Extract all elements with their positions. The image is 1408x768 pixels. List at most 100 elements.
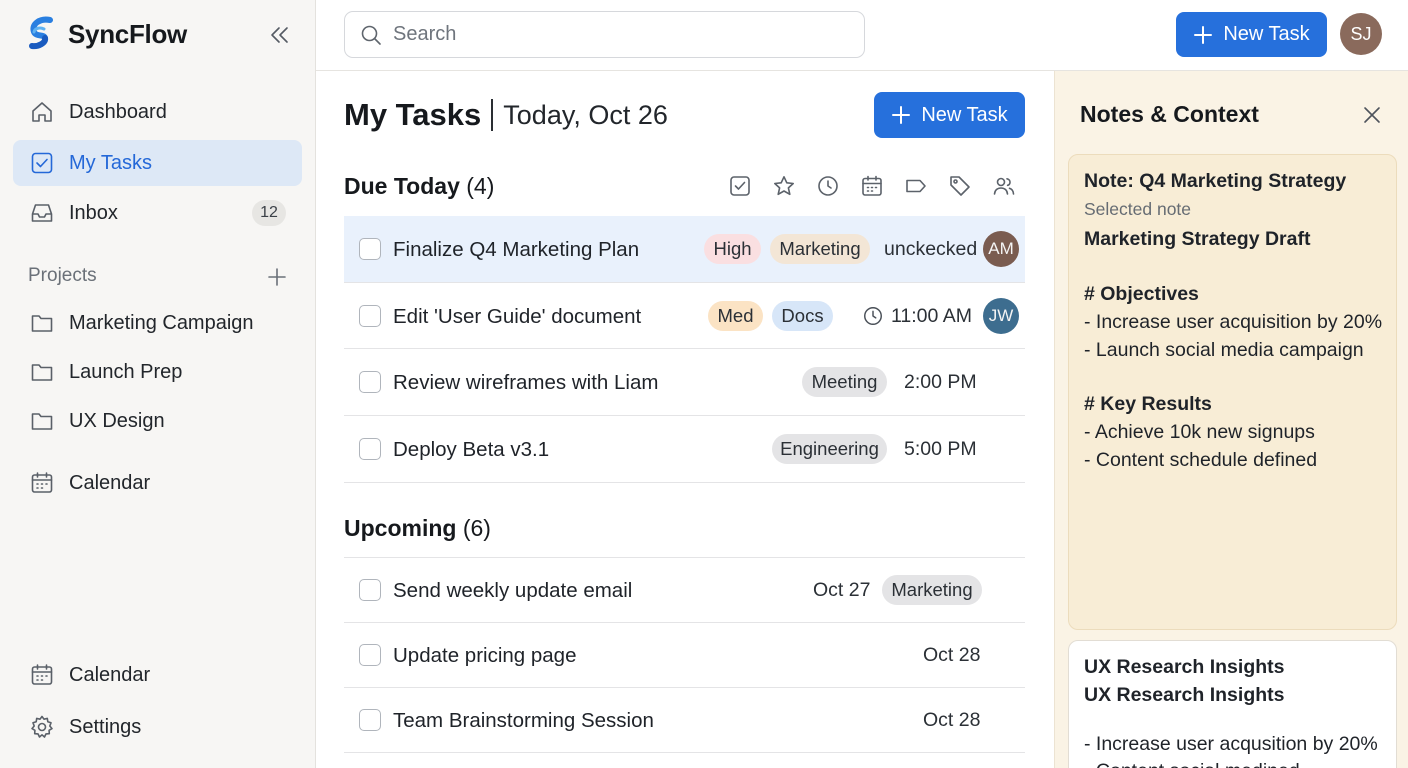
calendar-icon <box>862 175 882 196</box>
note-line: - Increase user acquisition by 20% <box>1084 311 1383 333</box>
top-bar: New Task SJ <box>316 0 1408 71</box>
sidebar-item-settings[interactable]: Settings <box>13 704 302 750</box>
assignee-filter-button[interactable] <box>992 174 1016 198</box>
sidebar-item-label: Calendar <box>69 663 151 686</box>
category-tag[interactable]: Engineering <box>772 434 887 464</box>
folder-icon <box>31 315 53 332</box>
task-row[interactable]: Send weekly update email Oct 27 Marketin… <box>344 558 1025 623</box>
task-checkbox[interactable] <box>359 644 381 666</box>
task-row[interactable]: Update pricing page Oct 28 <box>344 623 1025 688</box>
sidebar-item-my-tasks[interactable]: My Tasks <box>13 140 302 186</box>
tag-filter-button[interactable] <box>948 174 972 198</box>
sidebar-item-label: My Tasks <box>69 151 152 174</box>
label-icon <box>906 179 926 193</box>
home-icon <box>32 102 52 122</box>
app-name: SyncFlow <box>68 18 187 49</box>
search-icon <box>361 25 381 45</box>
category-tag[interactable]: Marketing <box>770 234 870 264</box>
upcoming-label: Upcoming <box>344 515 457 541</box>
task-row[interactable]: Deploy Beta v3.1 Engineering 5:00 PM <box>344 416 1025 483</box>
calendar-icon <box>31 472 53 493</box>
selected-note-card[interactable]: Note: Q4 Marketing Strategy Selected not… <box>1068 154 1397 630</box>
sidebar-item-dashboard[interactable]: Dashboard <box>13 89 302 135</box>
clock-icon <box>864 307 882 325</box>
task-checkbox[interactable] <box>359 438 381 460</box>
note-card[interactable]: UX Research Insights UX Research Insight… <box>1068 640 1397 768</box>
sidebar-item-label: Settings <box>69 715 142 738</box>
star-icon <box>774 176 794 196</box>
task-row[interactable]: Team Brainstorming Session Oct 28 <box>344 688 1025 753</box>
sort-time-button[interactable] <box>816 174 840 198</box>
note-line: - Achieve 10k new signups <box>1084 421 1315 443</box>
task-row[interactable]: Review wireframes with Liam Meeting 2:00… <box>344 349 1025 416</box>
projects-heading: Projects <box>28 265 97 286</box>
note-subtitle: Selected note <box>1084 199 1192 219</box>
calendar-view-button[interactable] <box>860 174 884 198</box>
sidebar-item-marketing-campaign[interactable]: Marketing Campaign <box>13 300 302 346</box>
new-task-button-top[interactable]: New Task <box>1176 12 1327 57</box>
task-checkbox[interactable] <box>359 305 381 327</box>
assignee-avatar[interactable]: JW <box>983 298 1019 334</box>
sidebar-item-launch-prep[interactable]: Launch Prep <box>13 349 302 395</box>
main-content: My Tasks Today, Oct 26 New Task Due Toda… <box>316 71 1054 768</box>
task-time: 11:00 AM <box>891 305 972 327</box>
collapse-sidebar-button[interactable] <box>266 22 292 48</box>
users-icon <box>993 177 1015 195</box>
sidebar-item-label: Launch Prep <box>69 360 183 383</box>
sidebar-item-calendar-bottom[interactable]: Calendar <box>13 652 302 698</box>
due-today-count: (4) <box>466 173 495 199</box>
task-checkbox[interactable] <box>359 238 381 260</box>
inbox-icon <box>31 204 53 222</box>
task-time: 2:00 PM <box>904 371 977 393</box>
task-title: Deploy Beta v3.1 <box>393 438 550 461</box>
user-avatar[interactable]: SJ <box>1340 13 1382 55</box>
category-tag[interactable]: Marketing <box>882 575 982 605</box>
task-time: 5:00 PM <box>904 438 977 460</box>
category-tag[interactable]: Meeting <box>802 367 887 397</box>
note-line: - Increase user acqusition by 20% <box>1084 733 1378 755</box>
plus-icon <box>892 106 911 124</box>
new-task-button[interactable]: New Task <box>874 92 1025 138</box>
sidebar-item-inbox[interactable]: Inbox 12 <box>13 190 302 236</box>
task-checkbox[interactable] <box>359 579 381 601</box>
sidebar-item-label: UX Design <box>69 409 165 432</box>
filter-starred-button[interactable] <box>772 174 796 198</box>
task-row[interactable]: Finalize Q4 Marketing Plan High Marketin… <box>344 216 1025 283</box>
upcoming-count: (6) <box>462 515 491 541</box>
filter-completed-button[interactable] <box>728 174 752 198</box>
brand[interactable]: SyncFlow <box>26 16 187 52</box>
task-title: Team Brainstorming Session <box>393 709 654 732</box>
sidebar: SyncFlow Dashboard My Tasks Inbox 12 Pro… <box>0 0 316 768</box>
note-title: UX Research Insights <box>1084 656 1285 678</box>
task-title: Review wireframes with Liam <box>393 371 659 394</box>
task-checkbox[interactable] <box>359 371 381 393</box>
task-date: Oct 27 <box>813 579 871 601</box>
assignee-avatar[interactable]: AM <box>983 231 1019 267</box>
close-notes-button[interactable] <box>1361 104 1383 126</box>
checkbox-icon <box>730 176 750 196</box>
priority-tag[interactable]: Med <box>708 301 763 331</box>
task-title: Update pricing page <box>393 644 577 667</box>
task-checkbox[interactable] <box>359 709 381 731</box>
note-line: - Content schedule defined <box>1084 449 1318 471</box>
page-title-text: My Tasks <box>344 97 482 132</box>
due-today-label: Due Today <box>344 173 460 199</box>
label-filter-button[interactable] <box>904 174 928 198</box>
plus-icon <box>1194 25 1213 44</box>
checkbox-icon <box>31 152 53 174</box>
search-box[interactable] <box>344 11 865 58</box>
sidebar-item-ux-design[interactable]: UX Design <box>13 398 302 444</box>
sidebar-item-calendar[interactable]: Calendar <box>13 460 302 506</box>
search-input[interactable] <box>393 23 833 46</box>
priority-tag[interactable]: High <box>704 234 761 264</box>
task-row[interactable]: Edit 'User Guide' document Med Docs 11:0… <box>344 283 1025 349</box>
notes-panel: Notes & Context Note: Q4 Marketing Strat… <box>1054 71 1408 768</box>
page-date: Today, Oct 26 <box>503 99 668 130</box>
category-tag[interactable]: Docs <box>772 301 833 331</box>
note-section-heading: # Objectives <box>1084 283 1199 305</box>
calendar-icon <box>31 664 53 685</box>
notes-panel-title: Notes & Context <box>1080 101 1259 127</box>
add-project-button[interactable] <box>266 266 288 288</box>
sidebar-item-label: Inbox <box>69 201 118 224</box>
syncflow-logo-icon <box>29 16 53 50</box>
